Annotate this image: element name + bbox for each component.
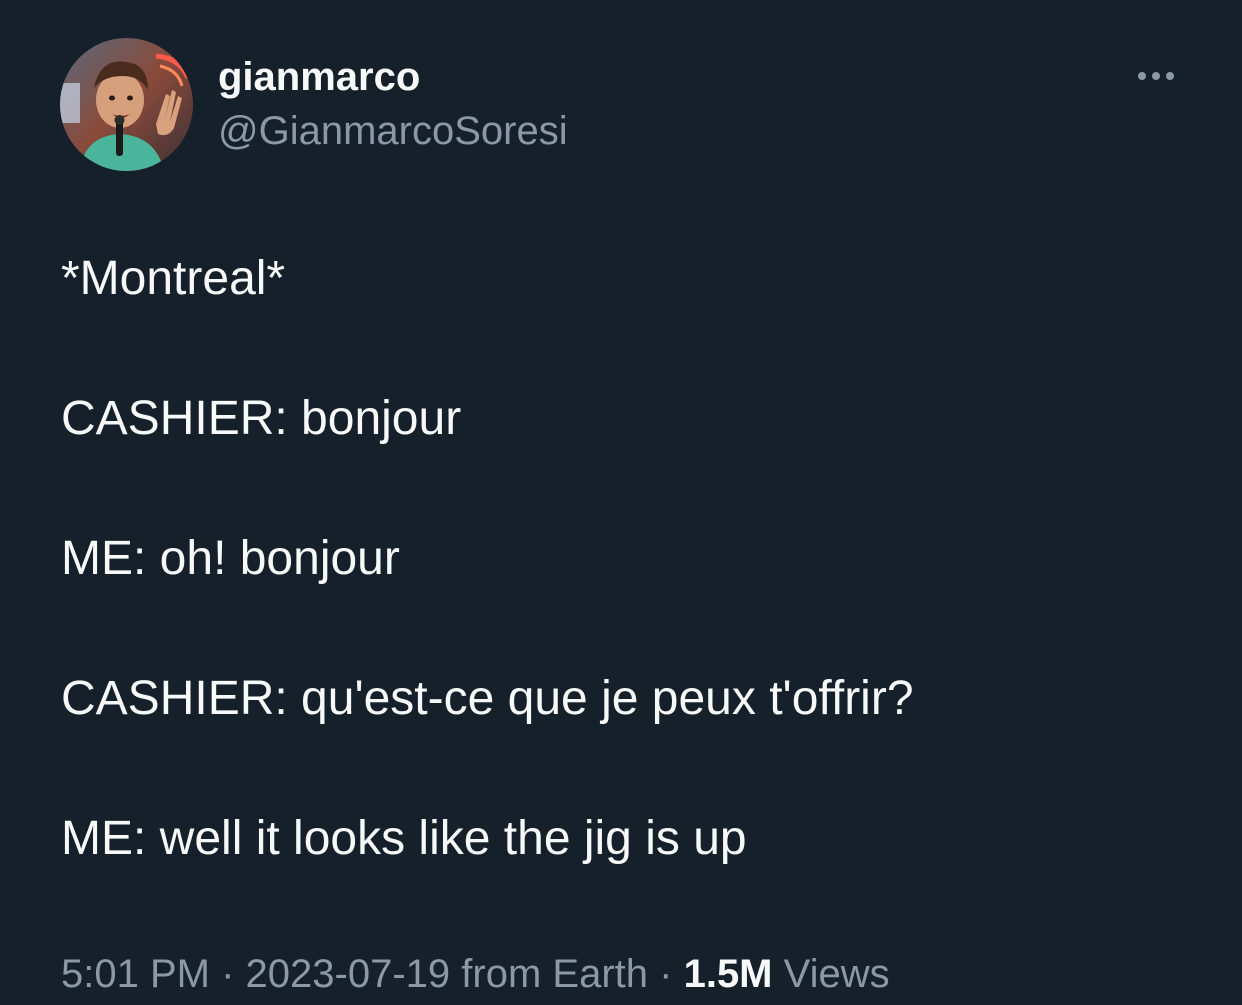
more-horizontal-icon bbox=[1138, 72, 1146, 80]
tweet-line: ME: well it looks like the jig is up bbox=[61, 812, 747, 865]
user-handle[interactable]: @GianmarcoSoresi bbox=[218, 106, 568, 156]
tweet-metadata: 5:01 PM · 2023-07-19 from Earth · 1.5M V… bbox=[61, 948, 890, 1000]
views-label: Views bbox=[783, 952, 890, 996]
more-horizontal-icon-dot bbox=[1152, 72, 1160, 80]
tweet-date: 2023-07-19 bbox=[245, 952, 451, 996]
tweet-line: ME: oh! bonjour bbox=[61, 532, 400, 585]
views-count: 1.5M bbox=[683, 952, 773, 996]
more-horizontal-icon-dot bbox=[1166, 72, 1174, 80]
tweet-line: CASHIER: bonjour bbox=[61, 392, 462, 445]
display-name[interactable]: gianmarco bbox=[218, 52, 420, 102]
tweet-line: CASHIER: qu'est-ce que je peux t'offrir? bbox=[61, 672, 914, 725]
tweet-source: from Earth bbox=[461, 952, 648, 996]
meta-separator: · bbox=[221, 952, 235, 996]
tweet-line: *Montreal* bbox=[61, 252, 286, 305]
tweet-timestamp-link[interactable]: 5:01 PM · 2023-07-19 bbox=[61, 952, 450, 996]
meta-separator: · bbox=[659, 952, 673, 996]
tweet-time: 5:01 PM bbox=[61, 952, 210, 996]
tweet-text: *Montreal* CASHIER: bonjour ME: oh! bonj… bbox=[61, 250, 1181, 950]
avatar-photo bbox=[60, 38, 193, 171]
avatar[interactable] bbox=[60, 38, 193, 171]
tweet-card: gianmarco @GianmarcoSoresi *Montreal* CA… bbox=[0, 0, 1242, 1005]
more-options-button[interactable] bbox=[1124, 56, 1188, 96]
